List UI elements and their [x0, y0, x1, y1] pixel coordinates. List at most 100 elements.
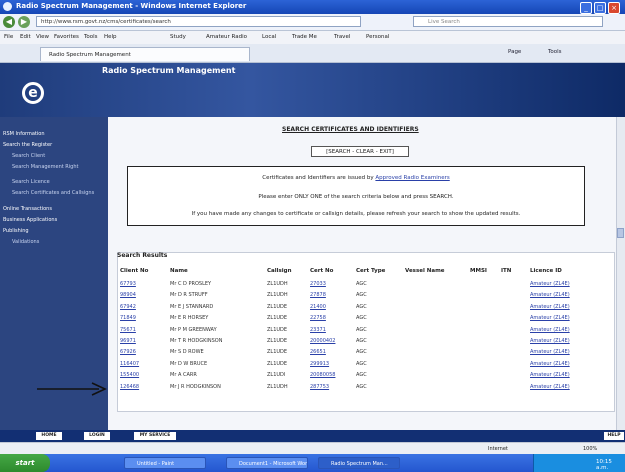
page-menu[interactable]: Page	[508, 49, 521, 55]
row-callsign: ZL1UDI	[267, 372, 286, 379]
row-cert-no[interactable]: 27033	[310, 281, 326, 287]
row-licence-id[interactable]: Amateur (ZL4E)	[530, 372, 570, 378]
row-client-no[interactable]: 155400	[120, 372, 139, 378]
link-amateur-radio[interactable]: Amateur Radio	[206, 34, 247, 40]
row-licence-id[interactable]: Amateur (ZL4E)	[530, 349, 570, 355]
row-cert-no[interactable]: 23371	[310, 327, 326, 333]
link-travel[interactable]: Travel	[334, 34, 350, 40]
row-client-no[interactable]: 98904	[120, 292, 136, 298]
row-client-no[interactable]: 116407	[120, 361, 139, 367]
row-name: Mr D W BRUCE	[170, 360, 208, 367]
sidebar-item-rsm-information[interactable]: RSM Information	[3, 131, 45, 137]
row-cert-no[interactable]: 27878	[310, 292, 326, 298]
maximize-icon[interactable]: □	[594, 2, 606, 14]
col-callsign: Callsign	[267, 268, 292, 274]
menu-favorites[interactable]: Favorites	[54, 34, 79, 40]
menu-tools[interactable]: Tools	[84, 34, 98, 40]
row-licence-id[interactable]: Amateur (ZL4E)	[530, 292, 570, 298]
row-cert-no[interactable]: 20080058	[310, 372, 335, 378]
row-client-no[interactable]: 71849	[120, 315, 136, 321]
row-cert-no[interactable]: 26651	[310, 349, 326, 355]
link-local[interactable]: Local	[262, 34, 276, 40]
row-cert-type: AGC	[356, 281, 367, 287]
address-bar-row: ◀ ▶ http://www.rsm.govt.nz/cms/certifica…	[0, 14, 625, 31]
menu-view[interactable]: View	[36, 34, 49, 40]
login-button[interactable]: LOGIN	[84, 432, 110, 440]
row-licence-id[interactable]: Amateur (ZL4E)	[530, 361, 570, 367]
row-client-no[interactable]: 67793	[120, 281, 136, 287]
info-line-3: If you have made any changes to certific…	[191, 211, 521, 217]
row-cert-type: AGC	[356, 383, 367, 390]
info-line-2: Please enter ONLY ONE of the search crit…	[258, 194, 454, 200]
search-button[interactable]: [SEARCH - CLEAR - EXIT]	[311, 146, 409, 157]
menu-file[interactable]: File	[4, 34, 13, 40]
approved-examiners-link[interactable]: Approved Radio Examiners	[375, 175, 449, 181]
row-client-no[interactable]: 67942	[120, 304, 136, 310]
zoom-level[interactable]: 100%	[583, 446, 597, 452]
row-callsign: ZL1UDE	[267, 349, 288, 356]
row-cert-no[interactable]: 21400	[310, 304, 326, 310]
rsm-logo-icon[interactable]: e	[22, 82, 44, 104]
task-word[interactable]: Document1 - Microsoft Word	[226, 457, 308, 469]
home-button[interactable]: HOME	[36, 432, 62, 440]
back-icon[interactable]: ◀	[3, 16, 15, 28]
row-cert-type: AGC	[356, 360, 367, 367]
row-cert-type: AGC	[356, 303, 367, 310]
task-paint[interactable]: Untitled - Paint	[124, 457, 206, 469]
sidebar-item-online-transactions[interactable]: Online Transactions	[3, 206, 52, 212]
close-icon[interactable]: ×	[608, 2, 620, 14]
search-input[interactable]: Live Search	[413, 16, 603, 27]
row-client-no[interactable]: 126468	[120, 384, 139, 390]
window-title-bar: Radio Spectrum Management - Windows Inte…	[0, 0, 625, 14]
row-cert-no[interactable]: 299913	[310, 361, 329, 367]
menu-edit[interactable]: Edit	[20, 34, 31, 40]
results-label: Search Results	[117, 252, 168, 259]
sidebar-item-search-certificates[interactable]: Search Certificates and Callsigns	[12, 190, 94, 196]
menu-help[interactable]: Help	[104, 34, 117, 40]
row-client-no[interactable]: 67926	[120, 349, 136, 355]
row-licence-id[interactable]: Amateur (ZL4E)	[530, 384, 570, 390]
link-personal[interactable]: Personal	[366, 34, 389, 40]
row-client-no[interactable]: 96971	[120, 338, 136, 344]
row-licence-id[interactable]: Amateur (ZL4E)	[530, 327, 570, 333]
tab-radio-spectrum[interactable]: Radio Spectrum Management	[40, 47, 250, 61]
sidebar-item-search-client[interactable]: Search Client	[12, 153, 45, 159]
task-ie[interactable]: Radio Spectrum Man...	[318, 457, 400, 469]
site-header	[0, 63, 625, 117]
window-title: Radio Spectrum Management - Windows Inte…	[16, 2, 247, 10]
col-cert-no: Cert No	[310, 268, 334, 274]
tools-menu[interactable]: Tools	[548, 49, 562, 55]
sidebar-item-search-licence[interactable]: Search Licence	[12, 179, 50, 185]
row-cert-no[interactable]: 287753	[310, 384, 329, 390]
sidebar-item-search-register[interactable]: Search the Register	[3, 142, 52, 148]
sidebar-item-publishing[interactable]: Publishing	[3, 228, 29, 234]
address-input[interactable]: http://www.rsm.govt.nz/cms/certificates/…	[36, 16, 361, 27]
row-cert-type: AGC	[356, 292, 367, 299]
sidebar-item-validations[interactable]: Validations	[12, 239, 39, 245]
sidebar-item-search-management-right[interactable]: Search Management Right	[12, 164, 78, 170]
help-button[interactable]: HELP	[604, 432, 624, 440]
scrollbar-thumb[interactable]	[617, 228, 624, 238]
col-licence-id: Licence ID	[530, 268, 562, 274]
row-licence-id[interactable]: Amateur (ZL4E)	[530, 281, 570, 287]
row-name: Mr D R STRUFF	[170, 292, 208, 299]
row-licence-id[interactable]: Amateur (ZL4E)	[530, 304, 570, 310]
row-cert-no[interactable]: 22758	[310, 315, 326, 321]
row-client-no[interactable]: 75671	[120, 327, 136, 333]
row-licence-id[interactable]: Amateur (ZL4E)	[530, 315, 570, 321]
my-service-button[interactable]: MY SERVICE	[134, 432, 176, 440]
link-study[interactable]: Study	[170, 34, 186, 40]
row-name: Mr E R HORSEY	[170, 315, 209, 322]
vertical-scrollbar[interactable]	[616, 117, 625, 430]
sidebar-item-business-applications[interactable]: Business Applications	[3, 217, 57, 223]
minimize-icon[interactable]: _	[580, 2, 592, 14]
row-licence-id[interactable]: Amateur (ZL4E)	[530, 338, 570, 344]
forward-icon[interactable]: ▶	[18, 16, 30, 28]
start-button[interactable]: start	[0, 454, 50, 472]
row-callsign: ZL1UDE	[267, 338, 288, 344]
taskbar	[0, 454, 625, 472]
link-trade-me[interactable]: Trade Me	[292, 34, 317, 40]
row-name: Mr E J STANNARD	[170, 303, 214, 310]
row-cert-no[interactable]: 20000402	[310, 338, 335, 344]
col-itn: ITN	[501, 268, 512, 274]
